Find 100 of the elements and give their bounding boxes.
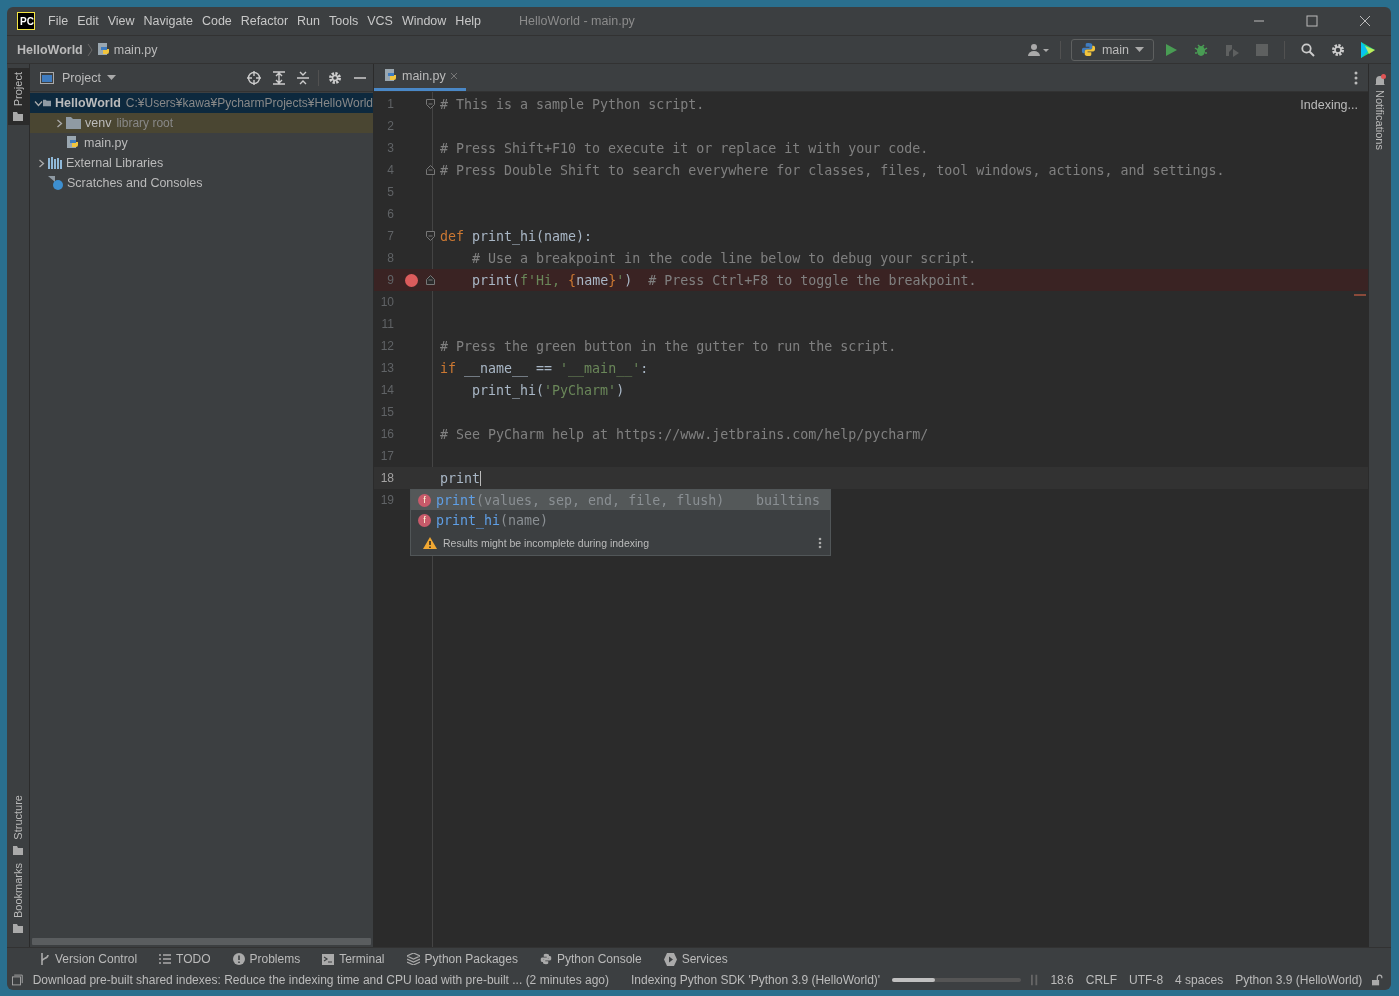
breadcrumb[interactable]: HelloWorld xyxy=(17,42,83,57)
python-icon xyxy=(1080,42,1096,57)
tree-item[interactable]: main.py xyxy=(30,133,373,153)
caret-icon[interactable] xyxy=(106,74,116,81)
python-file-icon xyxy=(96,42,111,57)
folder-icon xyxy=(13,845,23,855)
chevron-icon[interactable] xyxy=(34,98,43,108)
close-icon[interactable] xyxy=(1359,15,1371,27)
lock-icon[interactable] xyxy=(1372,974,1383,986)
breadcrumb[interactable]: main.py xyxy=(96,42,158,57)
chevron-icon[interactable] xyxy=(36,158,46,168)
menu-item[interactable]: VCS xyxy=(367,14,393,28)
code-line: def print_hi(name): xyxy=(440,228,593,244)
menu-item[interactable]: Help xyxy=(455,14,482,28)
menu-item[interactable]: Tools xyxy=(329,14,359,28)
folder-icon xyxy=(43,97,52,109)
tool-window-tab[interactable]: TODO xyxy=(159,952,211,966)
menu-item[interactable]: Edit xyxy=(77,14,99,28)
status-item[interactable]: 18:6 xyxy=(1050,973,1074,987)
tool-window-tab[interactable]: Project xyxy=(7,68,29,126)
breakpoint-icon[interactable] xyxy=(404,273,418,287)
run-icon[interactable] xyxy=(1164,42,1178,57)
menu-item[interactable]: File xyxy=(48,14,69,28)
play-icon xyxy=(663,952,677,966)
completion-name: print xyxy=(436,492,477,508)
chevron-icon[interactable] xyxy=(54,118,64,128)
panel-title[interactable]: Project xyxy=(62,70,101,85)
tree-item[interactable]: HelloWorld C:¥Users¥kawa¥PycharmProjects¥HelloWorld xyxy=(30,93,373,113)
caret-icon xyxy=(1135,46,1144,53)
scrollbar-thumb[interactable] xyxy=(32,937,371,945)
line-number: 18 xyxy=(379,471,394,485)
toolbox-logo-icon[interactable] xyxy=(1361,41,1375,58)
menu-item[interactable]: Code xyxy=(201,14,232,28)
settings-icon[interactable] xyxy=(328,70,342,85)
tool-window-tab[interactable]: Problems xyxy=(232,952,301,966)
maximize-icon[interactable] xyxy=(1306,15,1318,27)
branch-icon xyxy=(40,953,50,965)
code-line: # See PyCharm help at https://www.jetbrains.com/help/pycharm/ xyxy=(440,426,929,442)
popup-note: Results might be incomplete during indexing xyxy=(443,536,650,549)
menu-item[interactable]: Refactor xyxy=(240,14,289,28)
more-icon[interactable] xyxy=(1354,70,1358,85)
fold-marker-icon[interactable] xyxy=(426,99,435,109)
completion-params: (name) xyxy=(500,512,549,528)
tree-label: Scratches and Consoles xyxy=(67,176,203,190)
completion-item[interactable]: f print(values, sep, end, file, flush) builtins xyxy=(411,490,830,510)
line-number: 16 xyxy=(379,427,394,441)
user-icon[interactable] xyxy=(1027,42,1050,57)
tree-label: main.py xyxy=(84,136,128,150)
status-item[interactable]: 4 spaces xyxy=(1175,973,1224,987)
folder-icon xyxy=(13,924,23,933)
menu-item[interactable]: Navigate xyxy=(143,14,193,28)
progress-label: Indexing Python SDK 'Python 3.9 (HelloWorld)' xyxy=(631,973,881,987)
code-line: # Use a breakpoint in the code line below to debug your script. xyxy=(471,250,977,266)
fold-marker-icon[interactable] xyxy=(426,165,435,175)
menu-item[interactable]: View xyxy=(107,14,135,28)
more-icon[interactable] xyxy=(818,536,822,549)
collapse-all-icon[interactable] xyxy=(297,70,309,85)
tool-window-tab[interactable]: Python Console xyxy=(539,952,642,966)
event-log-icon[interactable] xyxy=(12,974,23,986)
line-number: 1 xyxy=(386,97,394,111)
folder-icon xyxy=(66,117,81,129)
function-icon: f xyxy=(418,493,431,507)
fold-marker-icon[interactable] xyxy=(426,231,435,241)
function-icon: f xyxy=(418,513,431,527)
tree-item[interactable]: venv library root xyxy=(30,113,373,133)
tree-item[interactable]: Scratches and Consoles xyxy=(30,173,373,193)
menu-item[interactable]: Window xyxy=(401,14,447,28)
list-icon xyxy=(159,954,172,964)
locate-icon[interactable] xyxy=(247,70,261,85)
tool-window-tab[interactable]: Services xyxy=(663,952,728,966)
tool-window-tab[interactable]: Version Control xyxy=(40,952,138,966)
status-item[interactable]: CRLF xyxy=(1085,973,1118,987)
tool-window-tab[interactable]: Bookmarks xyxy=(7,858,29,937)
exclamation-icon xyxy=(232,953,245,965)
library-icon xyxy=(48,157,62,169)
tool-window-tab[interactable]: Python Packages xyxy=(406,952,518,966)
close-icon[interactable] xyxy=(449,72,458,80)
line-number: 8 xyxy=(386,251,394,265)
hide-icon[interactable] xyxy=(354,75,366,80)
menu-item[interactable]: Run xyxy=(297,14,320,28)
status-item[interactable]: UTF-8 xyxy=(1129,973,1164,987)
tree-item[interactable]: External Libraries xyxy=(30,153,373,173)
search-icon[interactable] xyxy=(1301,42,1315,57)
code-line: print(f'Hi, {name}') # Press Ctrl+F8 to toggle the breakpoint. xyxy=(471,272,977,288)
bug-icon[interactable] xyxy=(1194,42,1208,57)
code-line: print xyxy=(440,470,482,486)
fold-marker-icon[interactable] xyxy=(426,275,435,285)
status-message[interactable]: Download pre-built shared indexes: Reduce the indexing time and CPU load with pre-built ... (2 minutes ago) xyxy=(32,973,609,987)
folder-icon xyxy=(13,112,23,122)
expand-all-icon[interactable] xyxy=(273,70,285,85)
completion-item[interactable]: f print_hi(name) xyxy=(411,510,830,530)
settings-icon[interactable] xyxy=(1331,42,1345,57)
tree-label: HelloWorld xyxy=(55,96,121,110)
notifications-tab[interactable]: Notifications xyxy=(1374,74,1386,150)
line-number: 11 xyxy=(380,317,394,331)
run-configuration-dropdown[interactable]: main xyxy=(1070,38,1154,61)
tool-window-tab[interactable]: Terminal xyxy=(322,952,385,966)
status-item[interactable]: Python 3.9 (HelloWorld) xyxy=(1235,973,1363,987)
python-icon xyxy=(539,953,552,965)
tool-window-tab[interactable]: Structure xyxy=(7,791,29,859)
